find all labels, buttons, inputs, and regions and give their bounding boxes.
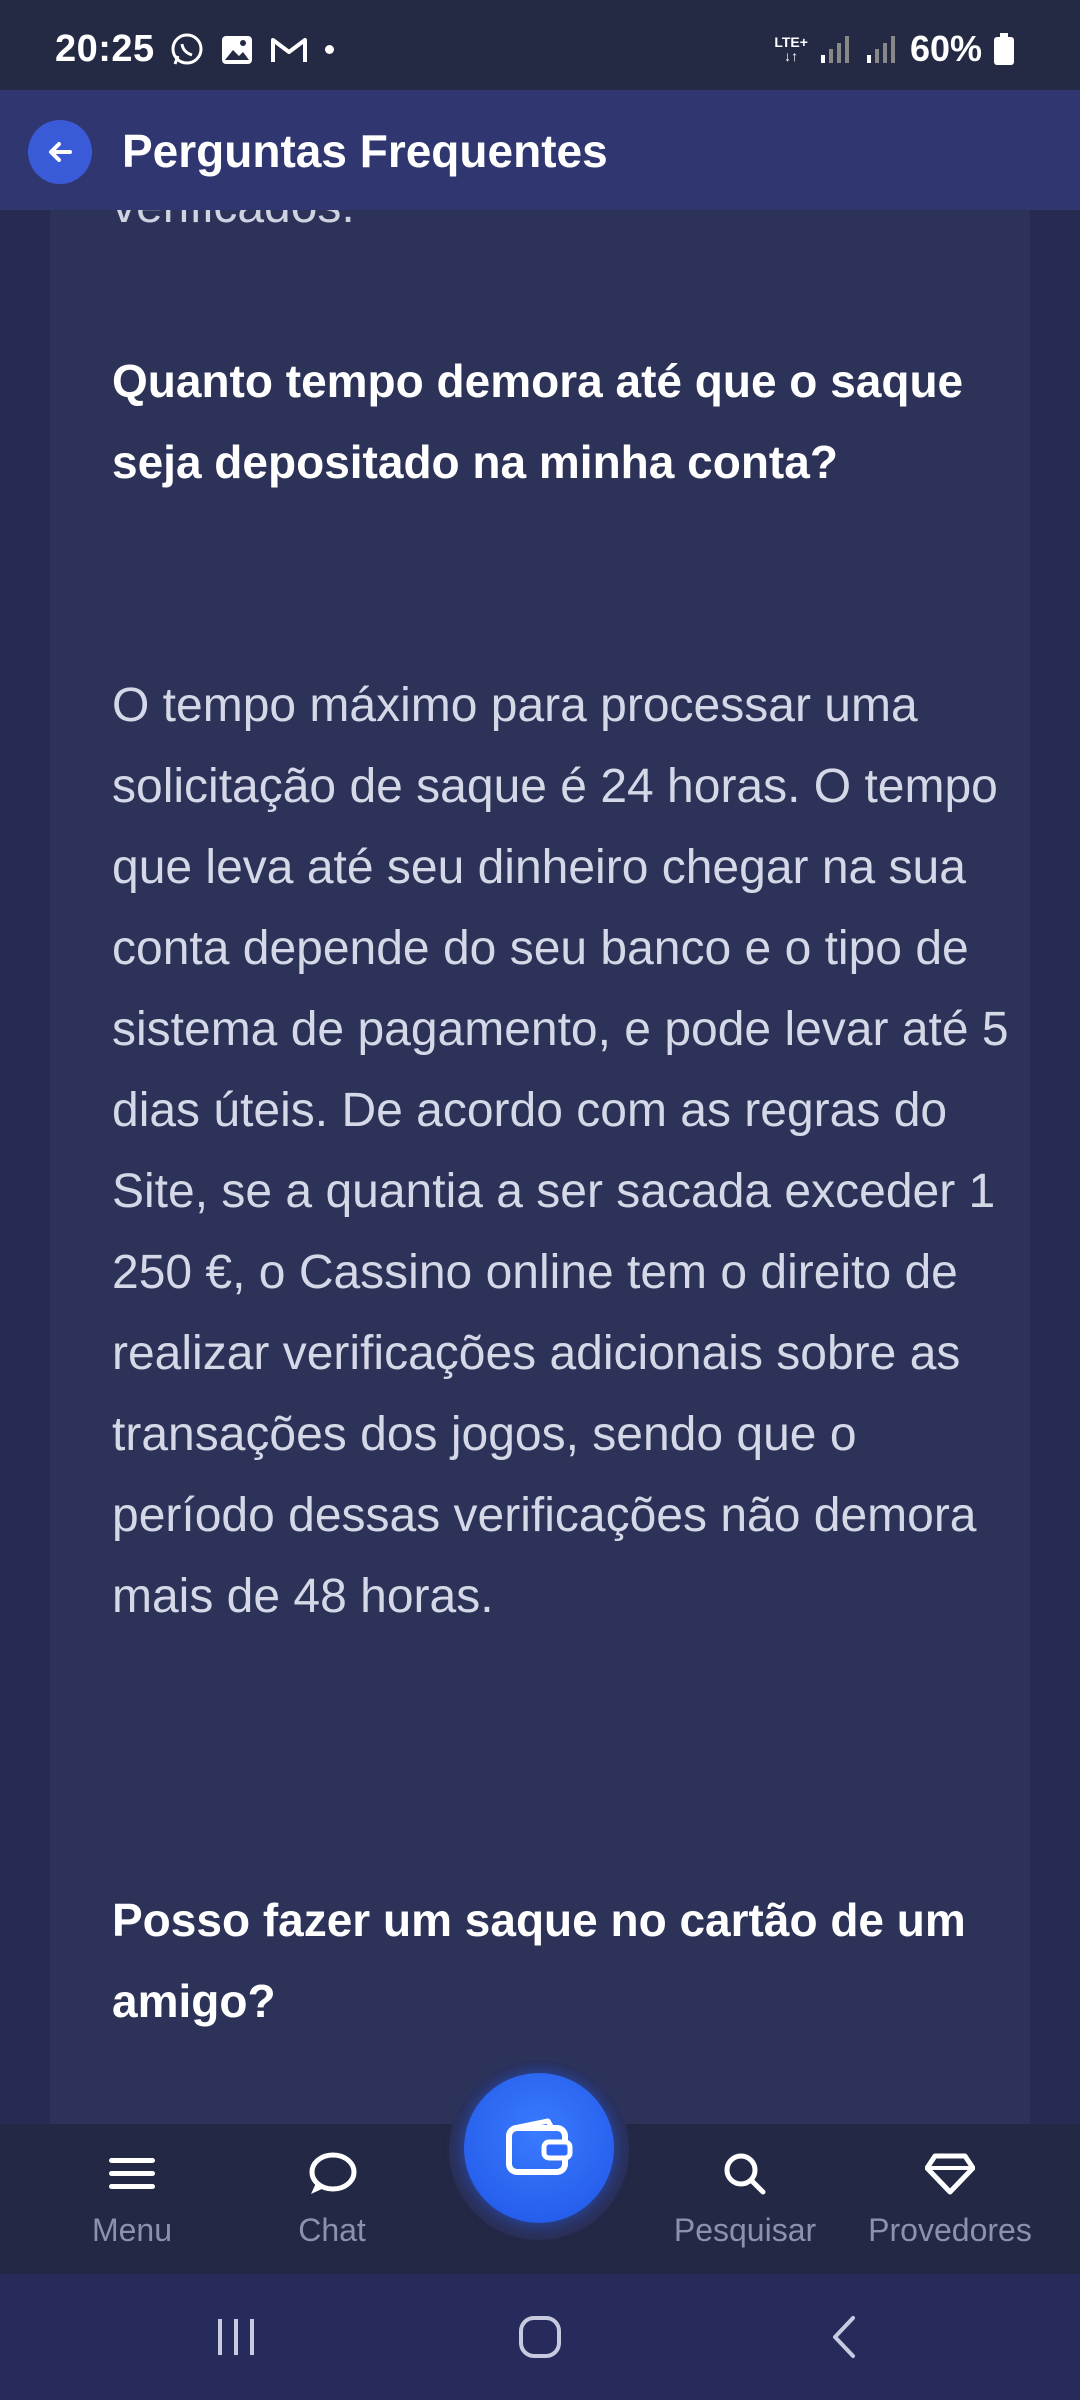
nav-search-label: Pesquisar [673, 2212, 817, 2248]
back-system-button[interactable] [804, 2304, 884, 2370]
arrow-left-icon [49, 142, 72, 162]
faq-question-2: Posso fazer um saque no cartão de um ami… [112, 1894, 966, 2027]
home-icon [519, 2316, 561, 2358]
faq-question: Quanto tempo demora até que o saque seja… [112, 355, 964, 488]
chevron-left-icon [833, 2316, 855, 2358]
faq-answer-partial: verificados. [112, 210, 355, 247]
back-button[interactable] [28, 120, 92, 184]
wallet-button[interactable] [464, 2073, 614, 2223]
battery-icon [992, 31, 1028, 67]
app-header: Perguntas Frequentes [0, 90, 1080, 210]
wallet-icon [506, 2118, 573, 2175]
gallery-icon [219, 32, 255, 68]
battery-percent: 60% [909, 28, 982, 69]
whatsapp-icon [169, 32, 205, 68]
home-button[interactable] [500, 2304, 580, 2370]
status-bar: 20:25 LTE+ ↓↑ 60% [0, 0, 1080, 90]
signal-icon-2 [864, 31, 900, 67]
nav-search[interactable]: Pesquisar [660, 2124, 830, 2274]
signal-icon [818, 31, 854, 67]
page-title: Perguntas Frequentes [122, 125, 608, 177]
diamond-icon [922, 2146, 978, 2202]
notification-dot-icon [324, 45, 334, 54]
recent-apps-button[interactable] [196, 2304, 276, 2370]
nav-menu-label: Menu [91, 2212, 173, 2248]
nav-providers[interactable]: Provedores [850, 2124, 1050, 2274]
faq-answer: O tempo máximo para processar uma solici… [112, 679, 1009, 1623]
system-nav-bar [0, 2274, 1080, 2400]
nav-menu[interactable]: Menu [72, 2124, 192, 2274]
status-time: 20:25 [55, 28, 155, 70]
nav-chat-label: Chat [298, 2212, 366, 2248]
search-icon [717, 2146, 773, 2202]
gmail-icon [269, 32, 307, 68]
nav-chat[interactable]: Chat [272, 2124, 392, 2274]
nav-providers-label: Provedores [868, 2212, 1032, 2248]
menu-icon [104, 2146, 160, 2202]
recent-apps-icon [218, 2319, 254, 2355]
lte-indicator: LTE+ ↓↑ [774, 34, 808, 64]
chat-icon [304, 2146, 360, 2202]
faq-panel: verificados. Quanto tempo demora até que… [50, 210, 1030, 2124]
